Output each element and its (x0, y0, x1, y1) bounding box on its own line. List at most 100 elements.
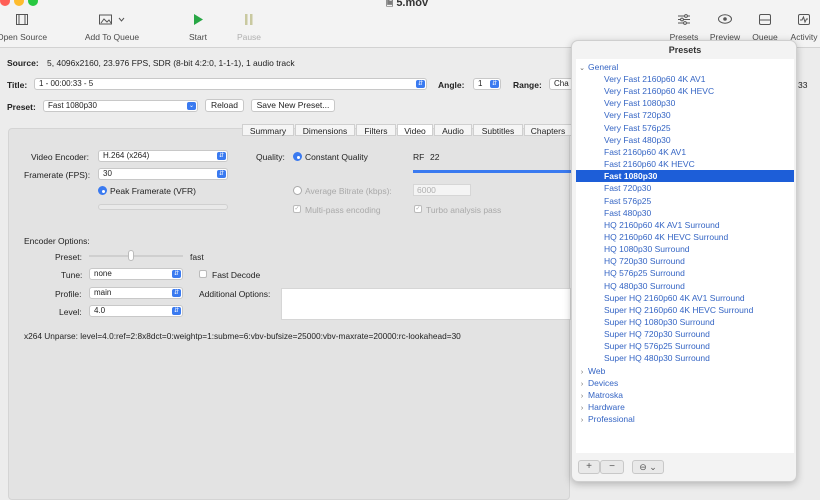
preset-item[interactable]: Fast 1080p30 (576, 170, 794, 183)
activity-button[interactable]: Activity (786, 14, 820, 42)
range-end-value: 33 (798, 80, 808, 90)
sliders-icon (666, 14, 702, 27)
peak-framerate-radio[interactable] (98, 186, 107, 195)
remove-preset-button[interactable]: − (600, 460, 624, 474)
chevron-down-icon: ⌄ (187, 102, 196, 110)
add-preset-button[interactable]: + (578, 460, 600, 474)
reload-button[interactable]: Reload (205, 99, 244, 112)
preset-item[interactable]: Very Fast 720p30 (576, 109, 794, 121)
preset-item[interactable]: Fast 720p30 (576, 182, 794, 194)
preset-item[interactable]: Fast 480p30 (576, 207, 794, 219)
chevron-updown-icon: ⇵ (172, 307, 181, 315)
preset-item[interactable]: HQ 480p30 Surround (576, 280, 794, 292)
start-button[interactable]: Start (180, 14, 216, 42)
tune-value: none (94, 269, 112, 278)
queue-button[interactable]: Queue (748, 14, 782, 42)
preset-group-web[interactable]: › Web (576, 365, 794, 377)
preset-item[interactable]: Super HQ 2160p60 4K AV1 Surround (576, 292, 794, 304)
preset-group-matroska[interactable]: › Matroska (576, 389, 794, 401)
preset-item[interactable]: Very Fast 2160p60 4K HEVC (576, 85, 794, 97)
preview-button[interactable]: Preview (706, 14, 744, 42)
range-select[interactable]: Cha (549, 78, 573, 90)
average-bitrate-input[interactable]: 6000 (413, 184, 471, 196)
tab-audio[interactable]: Audio (434, 124, 472, 136)
preset-item[interactable]: HQ 720p30 Surround (576, 255, 794, 267)
preset-item[interactable]: HQ 2160p60 4K HEVC Surround (576, 231, 794, 243)
average-bitrate-radio[interactable] (293, 186, 302, 195)
tab-dimensions[interactable]: Dimensions (295, 124, 355, 136)
framerate-select[interactable]: 30 ⇵ (98, 168, 228, 180)
preset-item[interactable]: Super HQ 1080p30 Surround (576, 316, 794, 328)
preset-label: Preset: (7, 102, 36, 112)
preset-select[interactable]: Fast 1080p30 ⌄ (43, 100, 198, 112)
preset-item[interactable]: Super HQ 720p30 Surround (576, 328, 794, 340)
preset-item[interactable]: Fast 576p25 (576, 195, 794, 207)
constant-quality-radio[interactable] (293, 152, 302, 161)
save-new-preset-button[interactable]: Save New Preset... (251, 99, 335, 112)
open-source-label: Open Source (0, 32, 48, 42)
turbo-label: Turbo analysis pass (426, 205, 502, 215)
photo-add-icon (80, 14, 144, 27)
minimize-window-button[interactable] (14, 0, 24, 6)
start-label: Start (189, 32, 207, 42)
chevron-updown-icon: ⇵ (172, 289, 181, 297)
preset-group-professional[interactable]: › Professional (576, 413, 794, 425)
turbo-checkbox[interactable]: ✓ (414, 205, 422, 213)
multipass-checkbox[interactable]: ✓ (293, 205, 301, 213)
profile-value: main (94, 288, 112, 297)
tab-subtitles[interactable]: Subtitles (473, 124, 523, 136)
tune-select[interactable]: none ⇵ (89, 268, 183, 280)
preset-item[interactable]: Very Fast 2160p60 4K AV1 (576, 73, 794, 85)
preset-item[interactable]: Very Fast 480p30 (576, 134, 794, 146)
preset-item[interactable]: Very Fast 576p25 (576, 122, 794, 134)
eye-icon (706, 14, 744, 27)
preset-item[interactable]: Fast 2160p60 4K HEVC (576, 158, 794, 170)
preset-group-hardware[interactable]: › Hardware (576, 401, 794, 413)
level-select[interactable]: 4.0 ⇵ (89, 305, 183, 317)
preset-group-general[interactable]: ⌄ General (576, 61, 794, 73)
preset-group-label: Devices (588, 377, 619, 388)
preset-item[interactable]: Super HQ 2160p60 4K HEVC Surround (576, 304, 794, 316)
presets-toolbar-button[interactable]: Presets (666, 14, 702, 42)
tab-filters[interactable]: Filters (356, 124, 396, 136)
presets-list: ⌄ General Very Fast 2160p60 4K AV1 Very Fa… (576, 59, 794, 453)
additional-options-label: Additional Options: (199, 289, 271, 299)
peak-framerate-label: Peak Framerate (VFR) (110, 186, 196, 196)
constant-quality-label: Constant Quality (305, 152, 368, 162)
preset-group-devices[interactable]: › Devices (576, 377, 794, 389)
tab-video[interactable]: Video (397, 124, 433, 136)
rf-label: RF (413, 152, 425, 162)
angle-select[interactable]: 1 ⇵ (473, 78, 501, 90)
pause-button[interactable]: Pause (231, 14, 267, 42)
preset-item[interactable]: Very Fast 1080p30 (576, 97, 794, 109)
open-source-button[interactable]: Open Source (0, 14, 52, 42)
quality-slider[interactable] (413, 170, 571, 173)
preset-item[interactable]: HQ 1080p30 Surround (576, 243, 794, 255)
quality-label: Quality: (256, 152, 285, 162)
preset-group-label: Professional (588, 414, 635, 425)
preset-options-menu[interactable]: ⊖ ⌄ (632, 460, 664, 474)
pause-icon (231, 14, 267, 27)
close-window-button[interactable] (0, 0, 10, 6)
zoom-window-button[interactable] (28, 0, 38, 6)
preset-item[interactable]: HQ 2160p60 4K AV1 Surround (576, 219, 794, 231)
preset-item[interactable]: HQ 576p25 Surround (576, 267, 794, 279)
preset-item[interactable]: Super HQ 480p30 Surround (576, 352, 794, 364)
tab-summary[interactable]: Summary (242, 124, 294, 136)
profile-label: Profile: (55, 289, 82, 299)
preset-item[interactable]: Fast 2160p60 4K AV1 (576, 146, 794, 158)
title-select[interactable]: 1 - 00:00:33 - 5 ⇵ (34, 78, 427, 90)
fast-decode-checkbox[interactable] (199, 270, 207, 278)
encoder-preset-slider-thumb[interactable] (128, 250, 134, 261)
additional-options-input[interactable] (281, 288, 571, 320)
film-icon (0, 14, 52, 27)
preset-item[interactable]: Super HQ 576p25 Surround (576, 340, 794, 352)
add-to-queue-button[interactable]: Add To Queue (80, 14, 144, 42)
rf-value: 22 (430, 152, 440, 162)
tab-chapters[interactable]: Chapters (524, 124, 572, 136)
profile-select[interactable]: main ⇵ (89, 287, 183, 299)
encoder-preset-slider[interactable] (89, 255, 183, 257)
video-encoder-select[interactable]: H.264 (x264) ⇵ (98, 150, 228, 162)
framerate-slider-track[interactable] (98, 204, 228, 210)
preset-select-value: Fast 1080p30 (48, 101, 97, 110)
